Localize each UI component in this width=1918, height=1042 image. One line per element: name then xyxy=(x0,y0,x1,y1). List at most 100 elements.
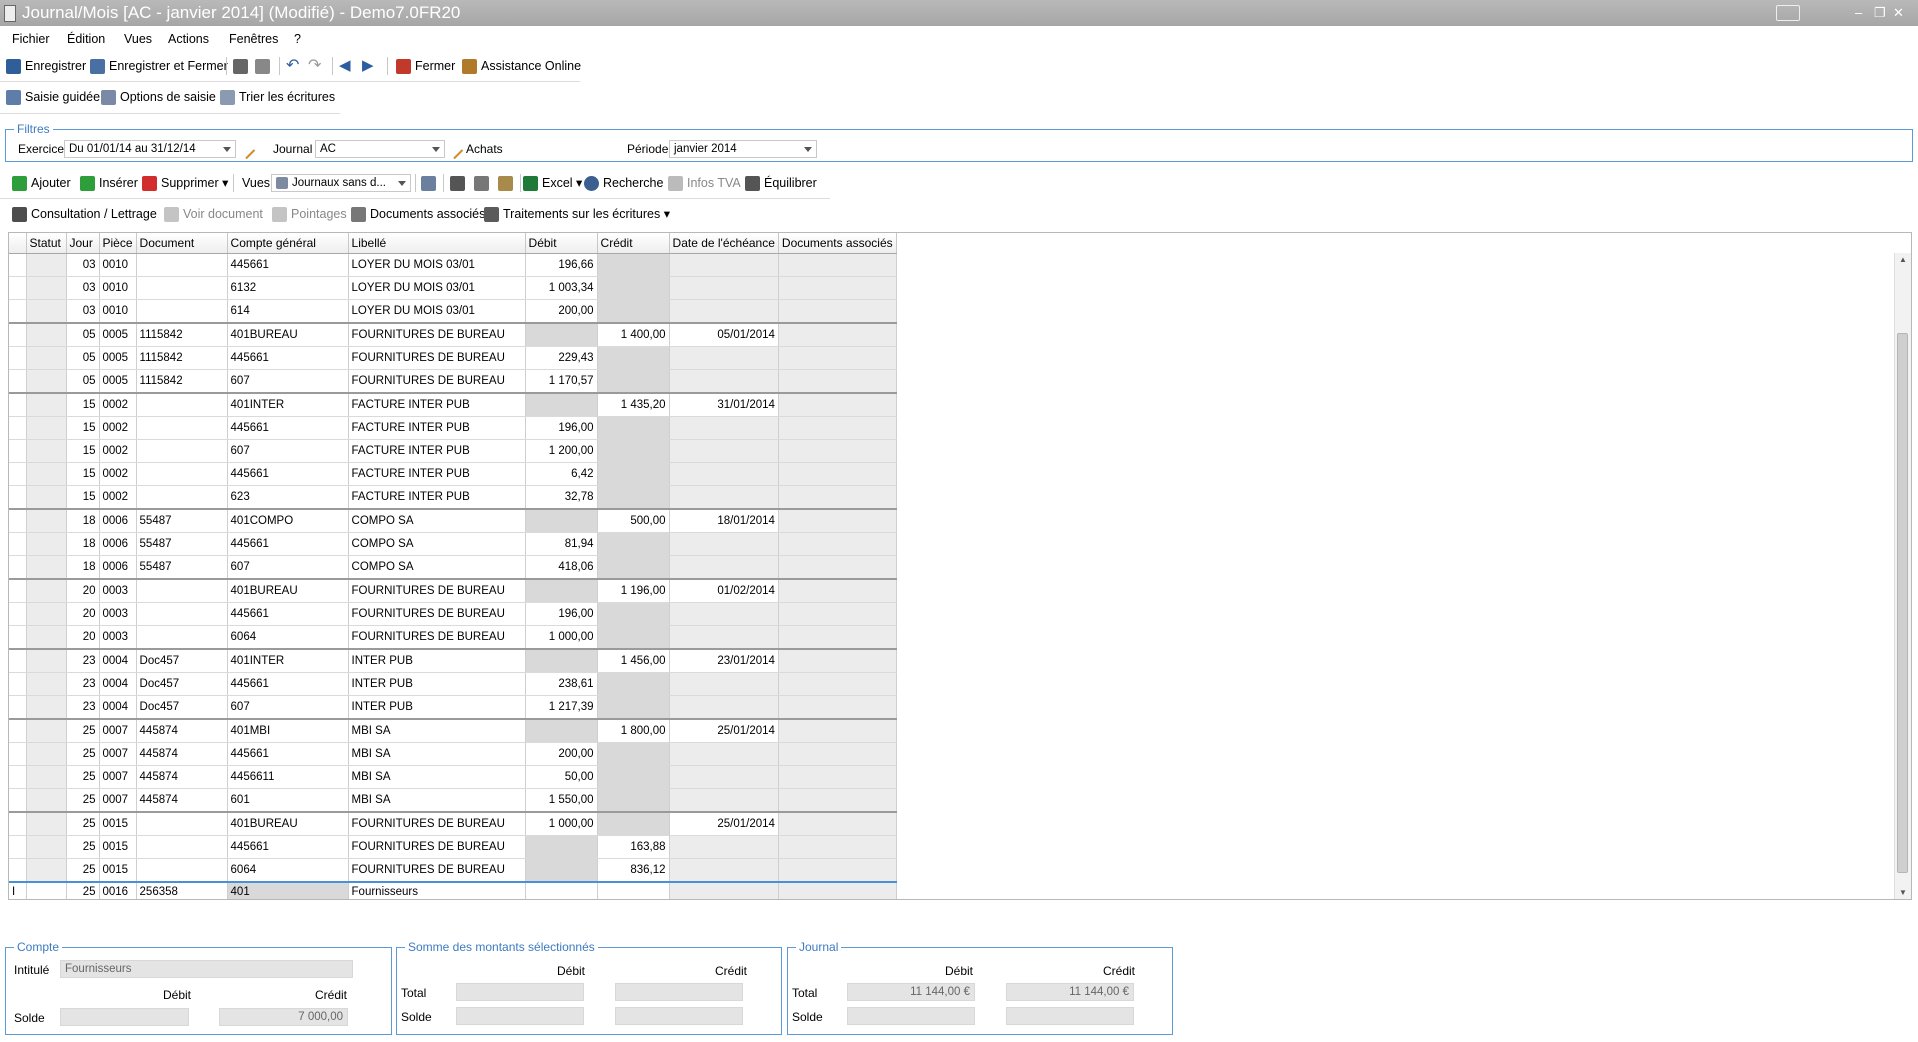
cell-piece[interactable]: 0002 xyxy=(99,485,137,510)
previous-button[interactable]: ◀ xyxy=(339,54,351,78)
cell-documents-associes[interactable] xyxy=(778,508,897,533)
cell-statut[interactable] xyxy=(26,439,67,463)
cell-statut[interactable] xyxy=(26,346,67,370)
cell-libelle[interactable]: FOURNITURES DE BUREAU xyxy=(348,625,526,650)
cell-document[interactable]: 1115842 xyxy=(136,346,228,370)
close-window-button[interactable]: ✕ xyxy=(1893,0,1904,26)
cell-credit[interactable]: 1 400,00 xyxy=(597,322,670,347)
table-row[interactable]: 15 0002 401INTER FACTURE INTER PUB 1 435,20 3… xyxy=(9,392,897,417)
cell-debit[interactable]: 1 000,00 xyxy=(525,811,598,836)
cell-echeance[interactable] xyxy=(669,625,779,650)
cell-compte[interactable]: 401BUREAU xyxy=(227,578,349,603)
cell-compte[interactable]: 607 xyxy=(227,695,349,720)
cell-echeance[interactable] xyxy=(669,346,779,370)
cell-echeance[interactable] xyxy=(669,742,779,766)
cell-credit[interactable]: 1 800,00 xyxy=(597,718,670,743)
views-select[interactable]: Journaux sans d... xyxy=(271,174,411,192)
cell-piece[interactable]: 0005 xyxy=(99,369,137,394)
cell-echeance[interactable] xyxy=(669,369,779,394)
cell-documents-associes[interactable] xyxy=(778,672,897,696)
table-row[interactable]: 18 0006 55487 445661 COMPO SA 81,94 xyxy=(9,532,897,556)
cell-credit[interactable] xyxy=(597,672,670,696)
cell-piece[interactable]: 0004 xyxy=(99,695,137,720)
cell-documents-associes[interactable] xyxy=(778,718,897,743)
cell-credit[interactable] xyxy=(597,485,670,510)
cell-debit[interactable]: 196,00 xyxy=(525,602,598,626)
cell-piece[interactable]: 0010 xyxy=(99,276,137,300)
cell-echeance[interactable] xyxy=(669,485,779,510)
cell-debit[interactable]: 1 000,00 xyxy=(525,625,598,650)
linked-documents-button[interactable]: Documents associés xyxy=(351,202,485,226)
cell-jour[interactable]: 18 xyxy=(66,532,100,556)
cell-libelle[interactable]: LOYER DU MOIS 03/01 xyxy=(348,253,526,277)
cell-jour[interactable]: 20 xyxy=(66,578,100,603)
cell-documents-associes[interactable] xyxy=(778,346,897,370)
cell-compte[interactable]: 445661 xyxy=(227,346,349,370)
cell-libelle[interactable]: FOURNITURES DE BUREAU xyxy=(348,322,526,347)
cell-echeance[interactable]: 23/01/2014 xyxy=(669,648,779,673)
cell-piece[interactable]: 0015 xyxy=(99,811,137,836)
cell-echeance[interactable]: 05/01/2014 xyxy=(669,322,779,347)
menu-help[interactable]: ? xyxy=(294,28,301,50)
cell-debit[interactable]: 200,00 xyxy=(525,742,598,766)
col-documents-associes[interactable]: Documents associés xyxy=(778,233,897,254)
table-row[interactable]: 25 0007 445874 4456611 MBI SA 50,00 xyxy=(9,765,897,789)
cut-button[interactable] xyxy=(450,171,469,195)
cell-jour[interactable]: 23 xyxy=(66,672,100,696)
cell-credit[interactable] xyxy=(597,788,670,813)
cell-echeance[interactable] xyxy=(669,276,779,300)
cell-documents-associes[interactable] xyxy=(778,299,897,324)
cell-document[interactable] xyxy=(136,276,228,300)
cell-document[interactable]: Doc457 xyxy=(136,672,228,696)
cell-echeance[interactable]: 25/01/2014 xyxy=(669,811,779,836)
cell-statut[interactable] xyxy=(26,276,67,300)
view-document-button[interactable]: Voir document xyxy=(164,202,263,226)
cell-statut[interactable] xyxy=(26,858,67,883)
cell-compte[interactable]: 607 xyxy=(227,555,349,580)
cell-debit[interactable] xyxy=(525,835,598,859)
save-close-button[interactable]: Enregistrer et Fermer xyxy=(90,54,228,78)
cell-documents-associes[interactable] xyxy=(778,416,897,440)
cell-piece[interactable]: 0003 xyxy=(99,625,137,650)
cell-libelle[interactable]: COMPO SA xyxy=(348,508,526,533)
cell-credit[interactable] xyxy=(597,695,670,720)
col-statut[interactable]: Statut xyxy=(26,233,67,254)
cell-document[interactable]: 445874 xyxy=(136,765,228,789)
journal-select[interactable]: AC xyxy=(315,140,445,158)
cell-document[interactable]: 1115842 xyxy=(136,322,228,347)
cell-compte[interactable]: 623 xyxy=(227,485,349,510)
cell-document[interactable] xyxy=(136,299,228,324)
cell-credit[interactable] xyxy=(597,742,670,766)
cell-statut[interactable] xyxy=(26,322,67,347)
table-row[interactable]: 18 0006 55487 401COMPO COMPO SA 500,00 18/01/2… xyxy=(9,508,897,533)
cell-compte[interactable]: 445661 xyxy=(227,742,349,766)
edit-cell-libelle[interactable]: Fournisseurs xyxy=(348,881,526,899)
cell-piece[interactable]: 0010 xyxy=(99,253,137,277)
edit-cell-statut[interactable] xyxy=(26,881,67,899)
cell-documents-associes[interactable] xyxy=(778,811,897,836)
cell-debit[interactable]: 1 200,00 xyxy=(525,439,598,463)
cell-credit[interactable]: 163,88 xyxy=(597,835,670,859)
cell-document[interactable]: 55487 xyxy=(136,555,228,580)
cell-compte[interactable]: 607 xyxy=(227,369,349,394)
cell-piece[interactable]: 0004 xyxy=(99,648,137,673)
cell-echeance[interactable] xyxy=(669,835,779,859)
save-button[interactable]: Enregistrer xyxy=(6,54,86,78)
table-row[interactable]: 25 0015 401BUREAU FOURNITURES DE BUREAU 1 00… xyxy=(9,811,897,836)
column-settings-button[interactable] xyxy=(421,171,440,195)
table-row[interactable]: 15 0002 445661 FACTURE INTER PUB 6,42 xyxy=(9,462,897,486)
cell-jour[interactable]: 20 xyxy=(66,625,100,650)
cell-echeance[interactable] xyxy=(669,765,779,789)
menu-edition[interactable]: Édition xyxy=(67,28,105,50)
cell-debit[interactable]: 418,06 xyxy=(525,555,598,580)
table-row[interactable]: 15 0002 607 FACTURE INTER PUB 1 200,00 xyxy=(9,439,897,463)
cell-libelle[interactable]: COMPO SA xyxy=(348,555,526,580)
cell-debit[interactable]: 196,66 xyxy=(525,253,598,277)
period-select[interactable]: janvier 2014 xyxy=(669,140,817,158)
cell-statut[interactable] xyxy=(26,788,67,813)
cell-jour[interactable]: 18 xyxy=(66,508,100,533)
cell-compte[interactable]: 401COMPO xyxy=(227,508,349,533)
cell-piece[interactable]: 0004 xyxy=(99,672,137,696)
table-row[interactable]: 23 0004 Doc457 401INTER INTER PUB 1 456,00 23/… xyxy=(9,648,897,673)
cell-compte[interactable]: 614 xyxy=(227,299,349,324)
